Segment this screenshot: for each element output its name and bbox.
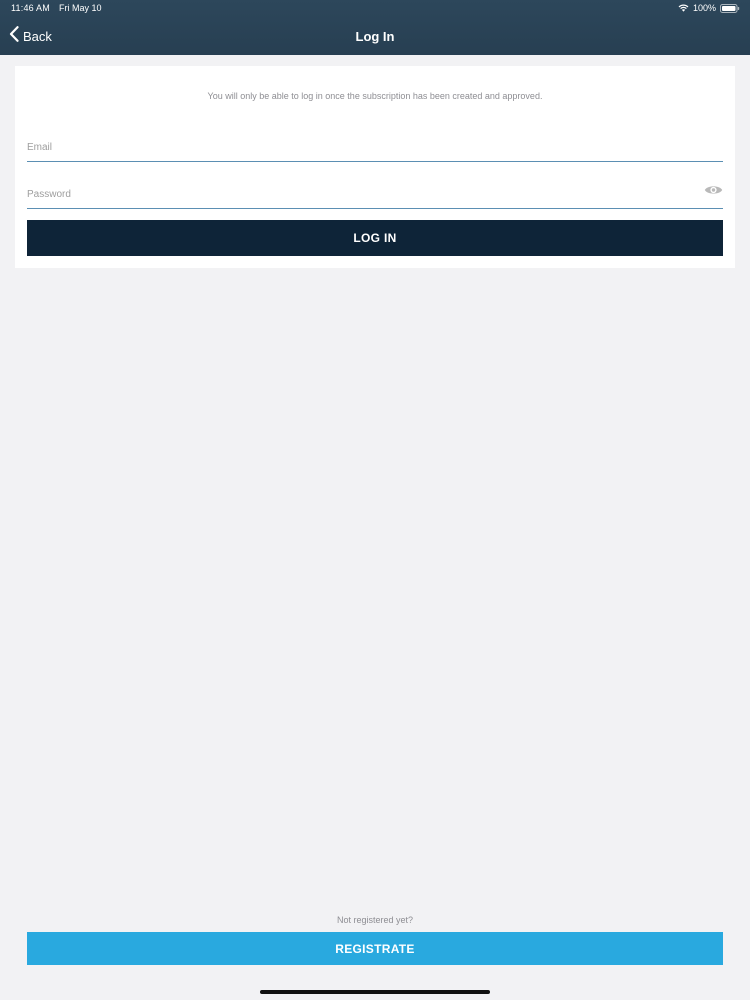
status-indicators: 100% <box>678 3 740 13</box>
not-registered-prompt: Not registered yet? <box>336 915 414 925</box>
home-indicator[interactable] <box>260 990 490 994</box>
page-title: Log In <box>355 29 395 44</box>
login-button[interactable]: LOG IN <box>27 220 723 256</box>
status-date: Fri May 10 <box>59 3 102 13</box>
battery-icon <box>720 3 740 13</box>
eye-icon[interactable] <box>704 184 723 196</box>
subscription-notice: You will only be able to log in once the… <box>207 91 543 101</box>
password-field-container <box>27 182 723 209</box>
register-button[interactable]: REGISTRATE <box>27 932 723 965</box>
navigation-bar: 11:46 AM Fri May 10 100% Back Log In <box>0 0 750 55</box>
email-field[interactable] <box>27 135 687 159</box>
status-time: 11:46 AM <box>11 3 50 13</box>
password-field[interactable] <box>27 182 687 206</box>
login-card: You will only be able to log in once the… <box>15 66 735 268</box>
battery-percentage: 100% <box>692 3 716 13</box>
email-field-container <box>27 135 723 162</box>
wifi-icon <box>678 4 689 12</box>
